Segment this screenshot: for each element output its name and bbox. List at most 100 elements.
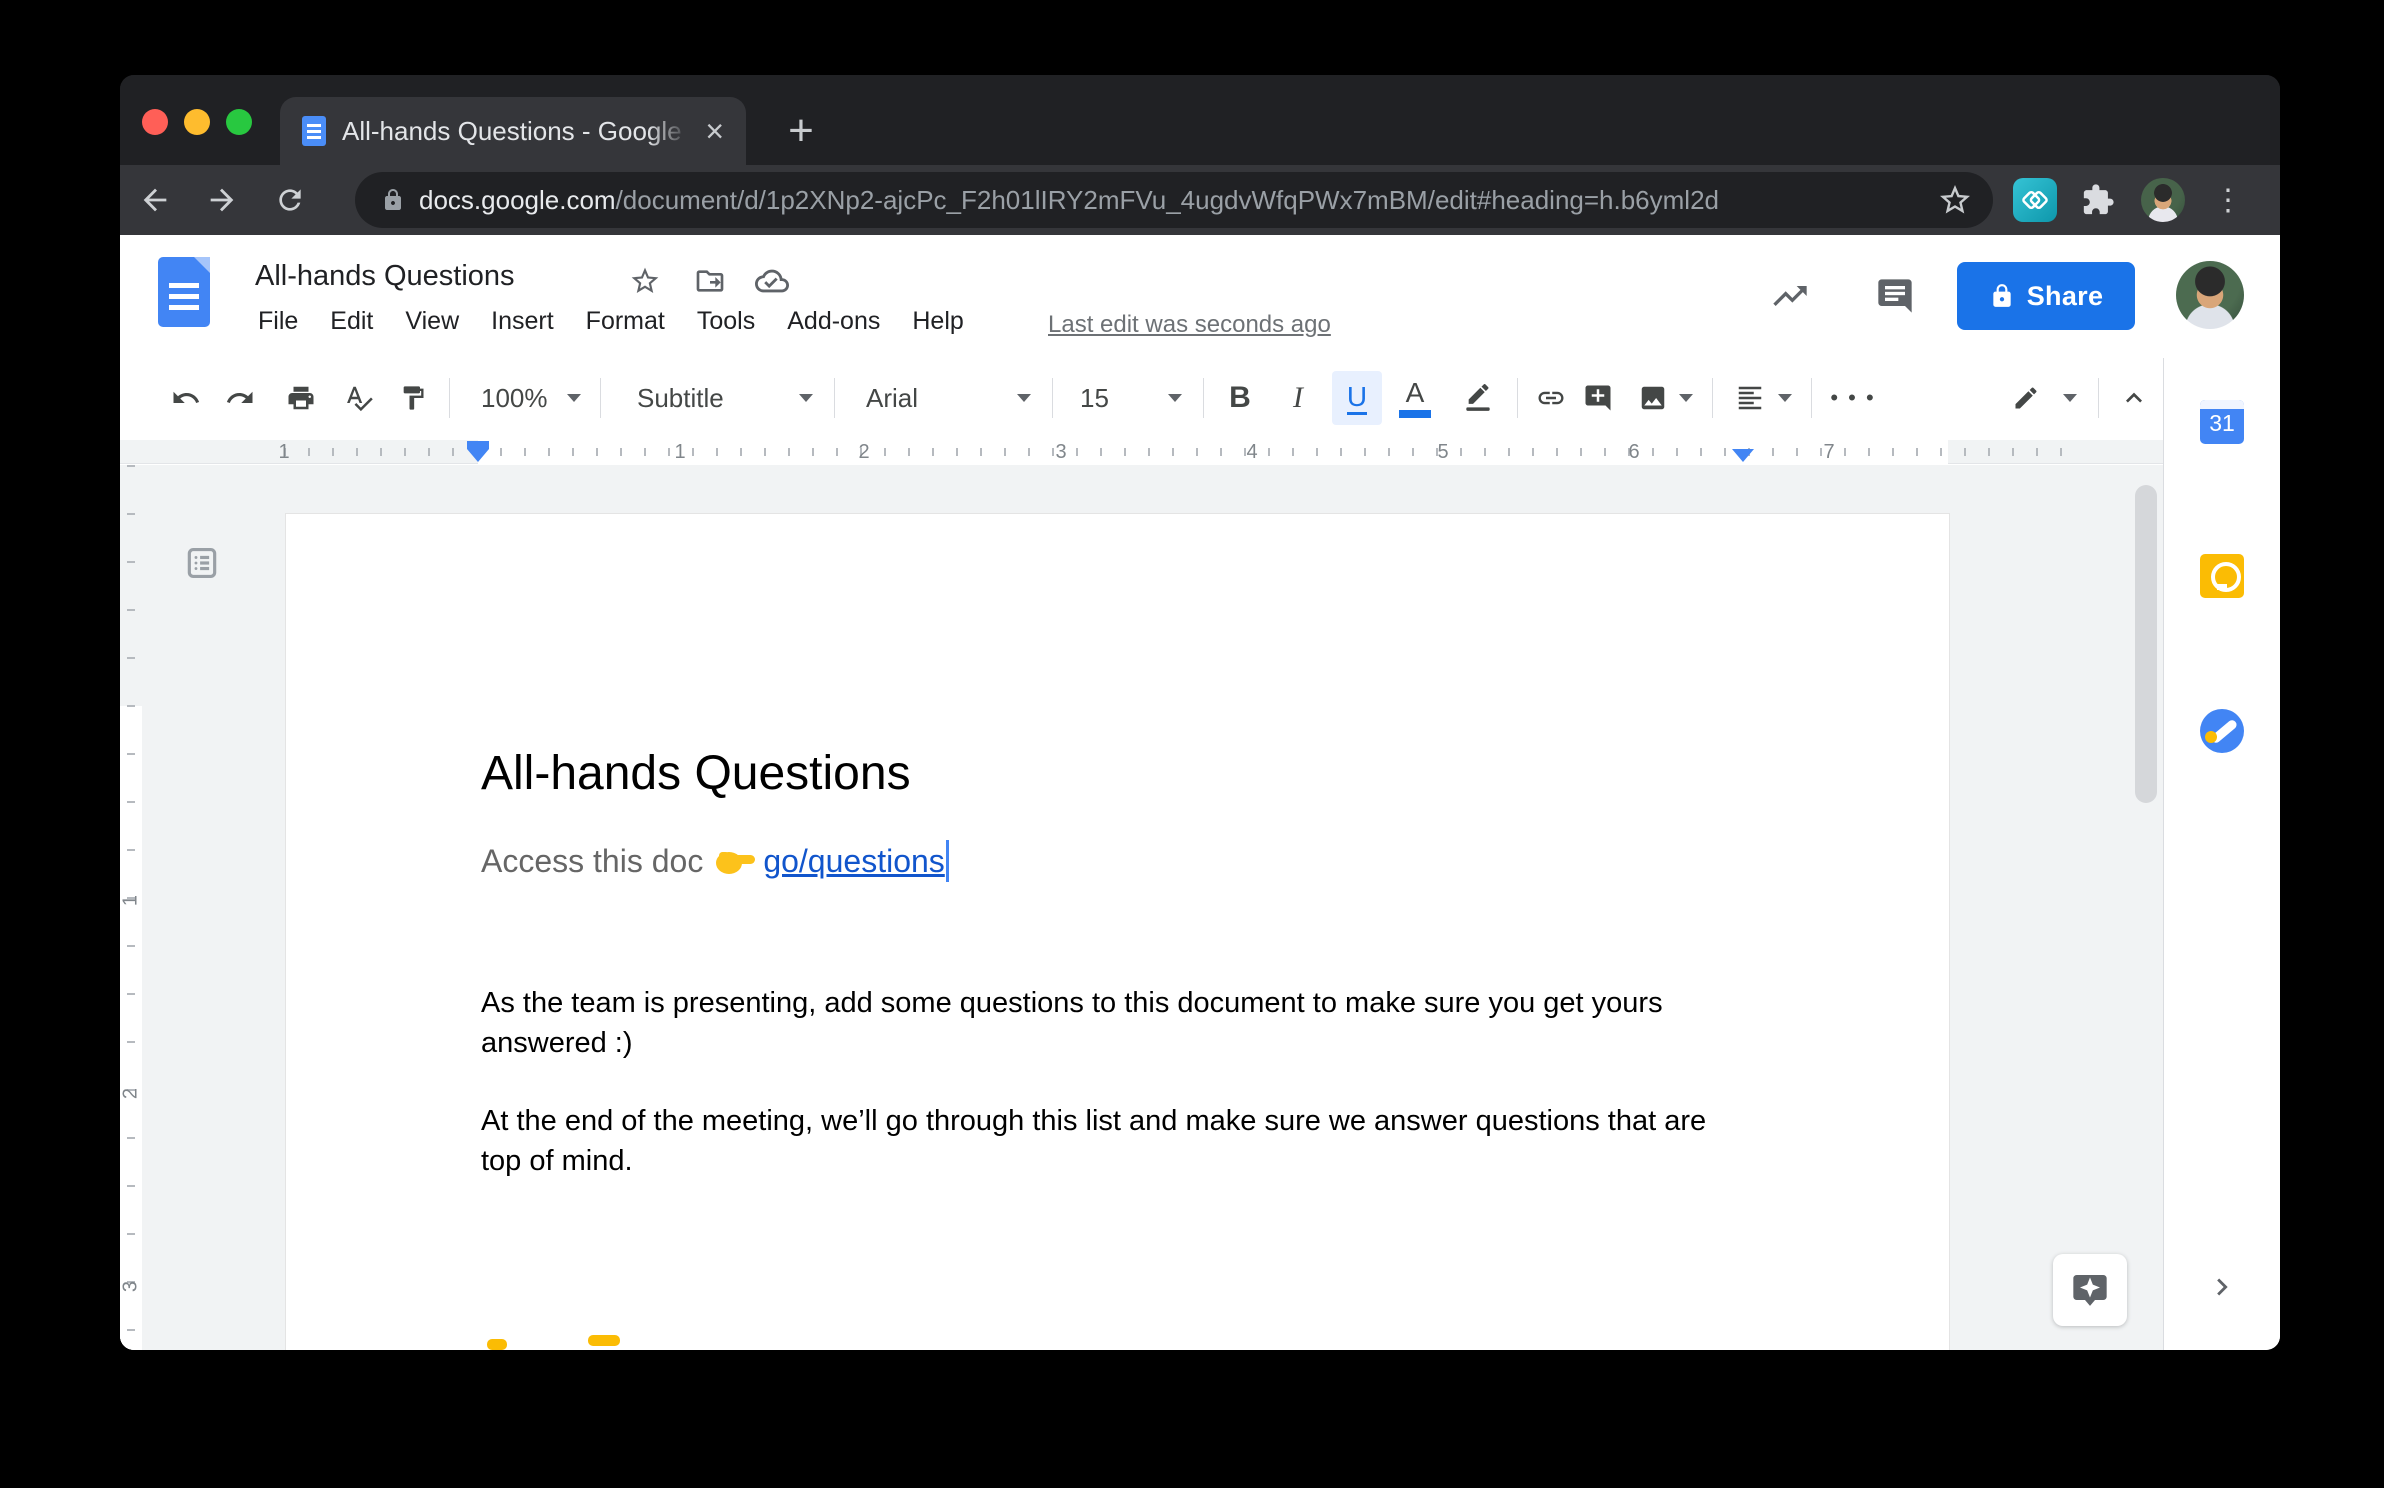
minimize-window-button[interactable] <box>184 109 210 135</box>
new-tab-button[interactable]: + <box>775 105 827 157</box>
doc-link[interactable]: go/questions <box>763 843 944 880</box>
show-document-outline-button[interactable] <box>180 541 224 585</box>
calendar-date-label: 31 <box>2200 410 2244 437</box>
paint-format-button[interactable] <box>389 374 437 422</box>
menu-file[interactable]: File <box>258 307 298 336</box>
pencil-icon <box>2012 384 2040 412</box>
paragraph-2-line-1: At the end of the meeting, we’ll go thro… <box>481 1101 1706 1141</box>
reload-icon <box>274 184 306 216</box>
zoom-window-button[interactable] <box>226 109 252 135</box>
paragraph-style-select[interactable]: Subtitle <box>637 383 724 414</box>
image-dropdown-icon[interactable] <box>1679 394 1693 402</box>
font-size-select[interactable]: 15 <box>1080 383 1109 414</box>
align-button[interactable] <box>1726 374 1774 422</box>
account-avatar[interactable] <box>2176 261 2244 329</box>
url-text: docs.google.com/document/d/1p2XNp2-ajcPc… <box>419 185 1719 216</box>
menu-view[interactable]: View <box>405 307 459 336</box>
menu-tools[interactable]: Tools <box>697 307 755 336</box>
site-lock-icon[interactable] <box>381 188 405 212</box>
ruler-number: 7 <box>1817 441 1841 464</box>
insert-link-button[interactable] <box>1527 374 1575 422</box>
bold-button[interactable]: B <box>1216 374 1264 422</box>
underline-button-active[interactable]: U <box>1332 371 1382 425</box>
browser-toolbar: docs.google.com/document/d/1p2XNp2-ajcPc… <box>120 165 2280 235</box>
ruler-number: 3 <box>1049 441 1073 464</box>
document-title-field[interactable]: All-hands Questions <box>255 260 515 293</box>
comments-button[interactable] <box>1867 268 1923 324</box>
menu-addons[interactable]: Add-ons <box>787 307 880 336</box>
insert-image-button[interactable] <box>1629 374 1677 422</box>
document-canvas[interactable]: 1 2 3 All-hands Questions Access this do… <box>120 465 2163 1350</box>
document-status-button[interactable] <box>754 263 790 299</box>
google-keep-icon[interactable] <box>2200 554 2244 598</box>
style-dropdown-icon[interactable] <box>799 394 813 402</box>
close-window-button[interactable] <box>142 109 168 135</box>
hide-side-panel-button[interactable] <box>2198 1263 2246 1311</box>
document-heading[interactable]: All-hands Questions <box>481 746 911 801</box>
horizontal-ruler[interactable]: 1 1 2 3 4 5 6 7 <box>120 440 2163 464</box>
last-edit-status[interactable]: Last edit was seconds ago <box>1048 311 1331 339</box>
back-arrow-icon <box>138 183 172 217</box>
undo-button[interactable] <box>162 374 210 422</box>
menu-format[interactable]: Format <box>586 307 665 336</box>
document-page[interactable]: All-hands Questions Access this doc go/q… <box>285 513 1950 1350</box>
explore-button[interactable] <box>2053 1254 2127 1326</box>
link-icon <box>1536 383 1566 413</box>
move-to-folder-button[interactable] <box>692 263 728 299</box>
forward-button[interactable] <box>198 176 246 224</box>
tab-close-icon[interactable]: × <box>705 115 724 147</box>
zoom-dropdown-icon[interactable] <box>567 394 581 402</box>
browser-menu-icon[interactable]: ⋮ <box>2218 178 2238 222</box>
extension-app-button[interactable] <box>2013 178 2057 222</box>
add-comment-button[interactable] <box>1574 374 1622 422</box>
back-button[interactable] <box>131 176 179 224</box>
clipped-emoji-fragment <box>588 1335 620 1346</box>
text-color-button[interactable]: A <box>1391 374 1439 422</box>
toolbar-divider <box>834 378 835 418</box>
url-address-bar[interactable]: docs.google.com/document/d/1p2XNp2-ajcPc… <box>355 172 1993 228</box>
vertical-scrollbar[interactable] <box>2135 485 2157 803</box>
menu-edit[interactable]: Edit <box>330 307 373 336</box>
more-options-button[interactable]: • • • <box>1829 374 1877 422</box>
add-comment-icon <box>1583 383 1613 413</box>
align-dropdown-icon[interactable] <box>1778 394 1792 402</box>
highlight-color-button[interactable] <box>1454 374 1502 422</box>
zoom-select[interactable]: 100% <box>481 383 548 414</box>
paragraph-1-line-2: answered :) <box>481 1023 1663 1063</box>
spelling-check-button[interactable] <box>335 374 383 422</box>
underline-icon: U <box>1347 382 1367 415</box>
star-document-button[interactable] <box>627 263 663 299</box>
font-select[interactable]: Arial <box>866 383 918 414</box>
google-calendar-icon[interactable]: 31 <box>2200 400 2244 444</box>
reload-button[interactable] <box>266 176 314 224</box>
bookmark-star-icon[interactable] <box>1937 182 1973 218</box>
ruler-number-v: 1 <box>120 889 143 913</box>
font-dropdown-icon[interactable] <box>1017 394 1031 402</box>
document-subtitle[interactable]: Access this doc go/questions <box>481 840 949 882</box>
google-docs-favicon <box>302 116 326 146</box>
google-docs-logo[interactable] <box>158 257 210 327</box>
menu-insert[interactable]: Insert <box>491 307 554 336</box>
document-outline-icon <box>183 544 221 582</box>
collapse-toolbar-button[interactable] <box>2110 374 2158 422</box>
editing-mode-dropdown-icon[interactable] <box>2063 394 2077 402</box>
font-size-dropdown-icon[interactable] <box>1168 394 1182 402</box>
browser-profile-avatar[interactable] <box>2141 178 2185 222</box>
extensions-button[interactable] <box>2078 178 2118 222</box>
italic-button[interactable]: I <box>1274 374 1322 422</box>
toolbar-divider <box>1203 378 1204 418</box>
activity-dashboard-button[interactable] <box>1762 268 1818 324</box>
right-indent-marker[interactable] <box>1732 449 1754 462</box>
print-button[interactable] <box>277 374 325 422</box>
share-button[interactable]: Share <box>1957 262 2135 330</box>
paragraph-2[interactable]: At the end of the meeting, we’ll go thro… <box>481 1101 1706 1181</box>
paragraph-1[interactable]: As the team is presenting, add some ques… <box>481 983 1663 1063</box>
browser-tab[interactable]: All-hands Questions - Google D × <box>280 97 746 165</box>
vertical-ruler[interactable]: 1 2 3 <box>120 465 142 1350</box>
redo-button[interactable] <box>216 374 264 422</box>
google-tasks-icon[interactable] <box>2200 709 2244 753</box>
editing-mode-button[interactable] <box>2002 374 2050 422</box>
left-indent-marker[interactable] <box>467 441 489 462</box>
ruler-number: 2 <box>852 441 876 464</box>
menu-help[interactable]: Help <box>912 307 963 336</box>
